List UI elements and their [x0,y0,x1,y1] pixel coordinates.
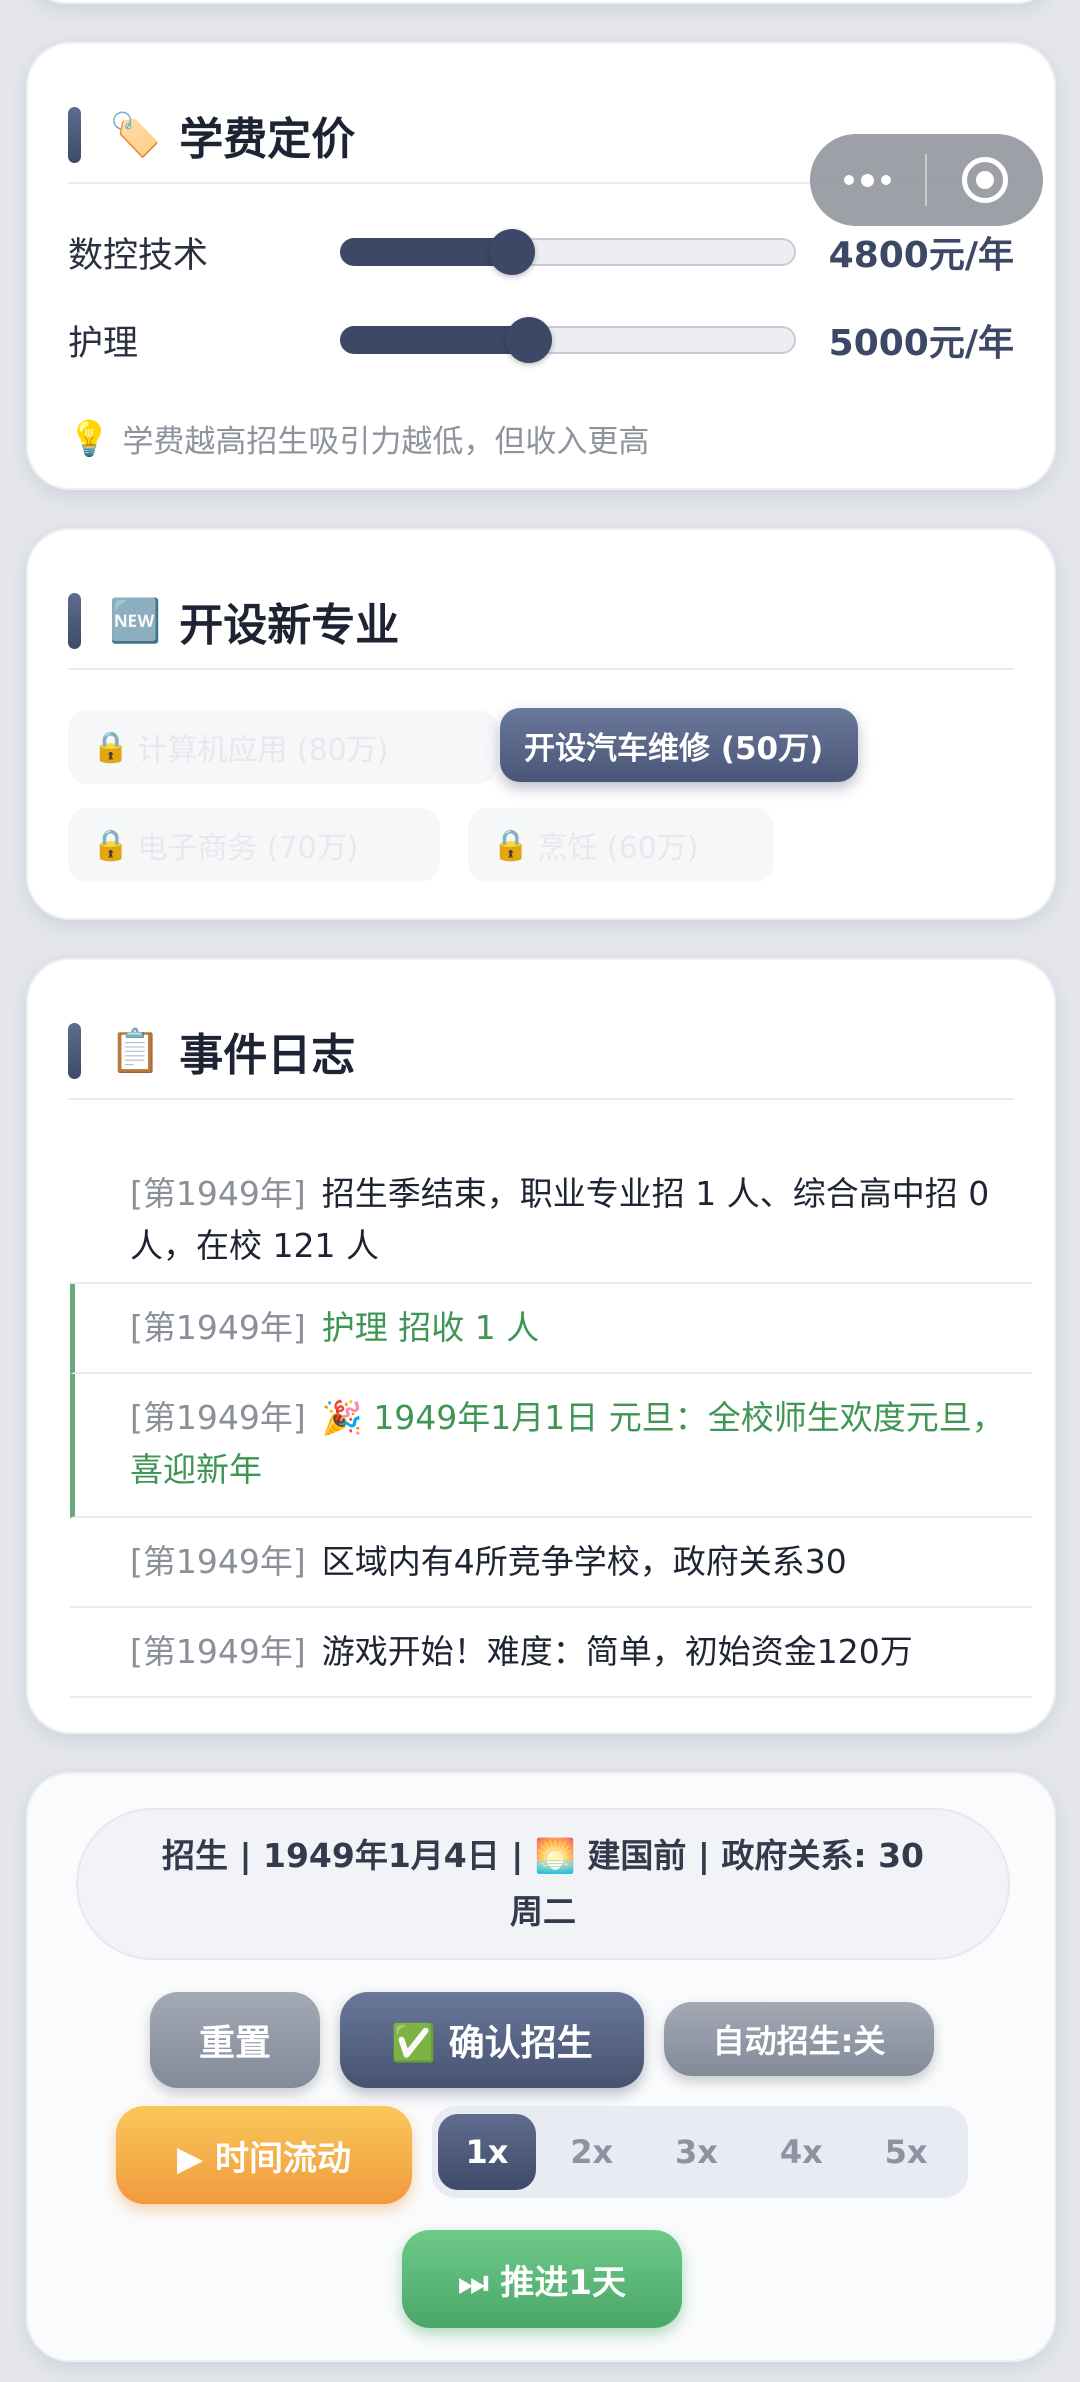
event-log-card: 📋 事件日志 [第1949年] 招生季结束，职业专业招 1 人、综合高中招 0 人… [26,958,1056,1734]
log-message: 游戏开始！难度：简单，初始资金120万 [321,1632,913,1671]
log-entry: [第1949年] 区域内有4所竞争学校，政府关系30 [70,1518,1032,1608]
speed-option-4x[interactable]: 4x [752,2114,850,2190]
price-tag-icon: 🏷️ [109,110,162,159]
advance-day-button[interactable]: ⏭ 推进1天 [402,2230,682,2328]
lightbulb-icon: 💡 [68,418,111,459]
log-year: [第1949年] [130,1308,306,1347]
pricing-hint-text: 学费越高招生吸引力越低，但收入更高 [122,424,650,460]
slider-fill [340,326,530,354]
price-label-nursing: 护理 [68,323,139,364]
slider-thumb[interactable] [505,317,552,363]
log-entry: [第1949年] 招生季结束，职业专业招 1 人、综合高中招 0 人，在校 121… [70,1156,1032,1284]
log-message: 区域内有4所竞争学校，政府关系30 [321,1542,847,1581]
slider-thumb[interactable] [488,229,535,275]
price-value-nursing: 5000元/年 [828,323,1014,364]
miniprogram-capsule [810,134,1043,226]
log-entry: [第1949年] 游戏开始！难度：简单，初始资金120万 [70,1608,1032,1698]
price-row-cnc: 数控技术 4800元/年 [68,222,1014,282]
locked-major-cooking: 🔒 烹饪 (60万) [468,808,774,882]
status-weekday: 周二 [510,1892,576,1931]
speed-option-1x[interactable]: 1x [438,2114,536,2190]
log-year: [第1949年] [130,1632,306,1671]
header-accent-bar [68,107,81,163]
locked-major-ecommerce: 🔒 电子商务 (70万) [68,808,440,882]
speed-option-5x[interactable]: 5x [857,2114,955,2190]
price-row-nursing: 护理 5000元/年 [68,310,1014,370]
auto-enroll-toggle[interactable]: 自动招生:关 [664,2002,934,2076]
header-accent-bar [68,593,81,649]
open-auto-repair-button[interactable]: 开设汽车维修 (50万) [500,708,858,782]
tuition-pricing-title: 学费定价 [179,114,356,165]
price-value-cnc: 4800元/年 [828,235,1014,276]
lock-icon: 🔒 [92,827,130,863]
log-entry-highlighted: [第1949年] 护理 招收 1 人 [70,1284,1032,1374]
control-panel-card: 招生 | 1949年1月4日 | 🌅 建国前 | 政府关系: 30 周二 重置 … [26,1772,1056,2362]
log-year: [第1949年] [130,1398,306,1437]
lock-icon: 🔒 [92,729,130,765]
more-dots-icon[interactable] [810,173,925,187]
log-year: [第1949年] [130,1542,306,1581]
new-major-title: 开设新专业 [179,600,400,651]
log-entry-highlighted: [第1949年] 🎉 1949年1月1日 元旦：全校师生欢度元旦，喜迎新年 [70,1374,1032,1518]
locked-major-label: 烹饪 (60万) [537,831,699,866]
speed-selector: 1x 2x 3x 4x 5x [432,2106,968,2198]
speed-option-2x[interactable]: 2x [543,2114,641,2190]
status-line-main: 招生 | 1949年1月4日 | 🌅 建国前 | 政府关系: 30 [161,1836,925,1875]
new-badge-icon: 🆕 [109,596,162,645]
locked-major-label: 电子商务 (70万) [137,831,359,866]
header-accent-bar [68,1023,81,1079]
open-major-label: 开设汽车维修 (50万) [524,730,824,767]
previous-card [26,0,1056,4]
target-circle-icon[interactable] [927,157,1043,203]
clipboard-icon: 📋 [109,1026,162,1075]
log-message: 护理 招收 1 人 [321,1308,540,1347]
locked-major-label: 计算机应用 (80万) [137,733,389,768]
tuition-slider-nursing[interactable] [340,317,796,363]
new-major-header: 🆕 开设新专业 [68,574,1014,670]
slider-fill [340,238,512,266]
tuition-pricing-card: 🏷️ 学费定价 数控技术 4800元/年 护理 5000元/年 💡 学费越高招生… [26,42,1056,490]
confirm-enrollment-button[interactable]: ✅ 确认招生 [340,1992,644,2088]
event-log-title: 事件日志 [179,1030,356,1081]
speed-option-3x[interactable]: 3x [648,2114,746,2190]
new-major-card: 🆕 开设新专业 🔒 计算机应用 (80万) 开设汽车维修 (50万) 🔒 电子商… [26,528,1056,920]
tuition-slider-cnc[interactable] [340,229,796,275]
status-bar: 招生 | 1949年1月4日 | 🌅 建国前 | 政府关系: 30 周二 [76,1808,1010,1960]
reset-button[interactable]: 重置 [150,1992,320,2088]
lock-icon: 🔒 [492,827,530,863]
time-flow-button[interactable]: ▶ 时间流动 [116,2106,412,2204]
price-label-cnc: 数控技术 [68,235,209,276]
pricing-hint: 💡 学费越高招生吸引力越低，但收入更高 [68,416,649,461]
locked-major-computer: 🔒 计算机应用 (80万) [68,710,498,784]
event-log-header: 📋 事件日志 [68,1004,1014,1100]
log-year: [第1949年] [130,1174,306,1213]
